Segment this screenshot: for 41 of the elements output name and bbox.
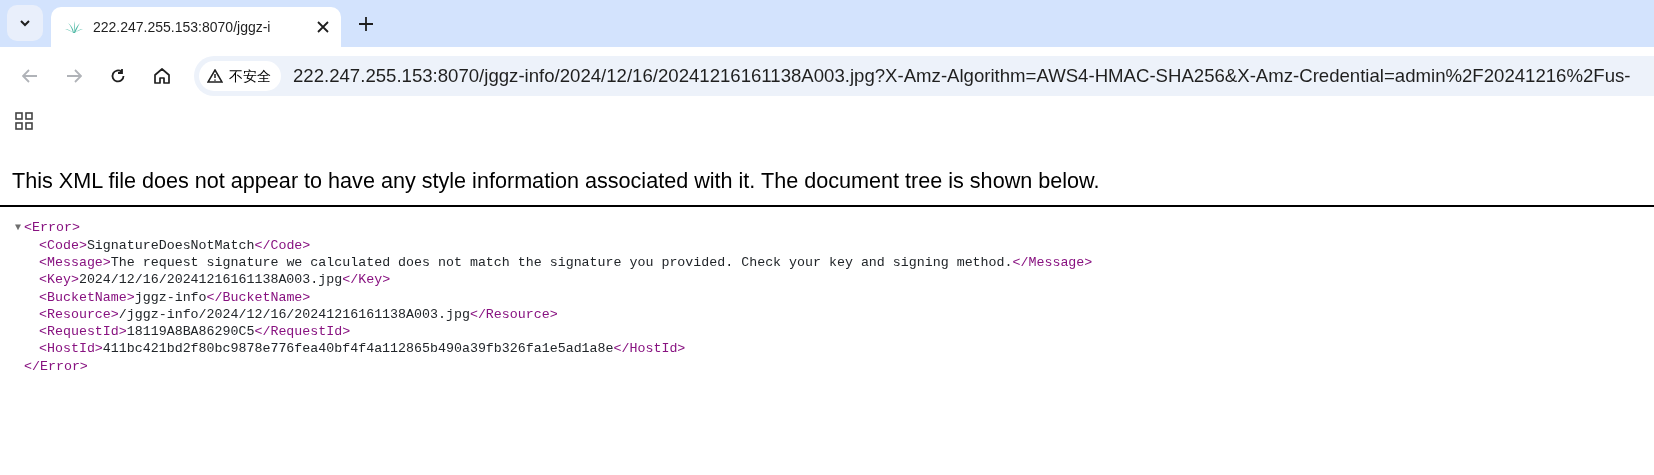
address-bar[interactable]: 不安全 222.247.255.153:8070/jggz-info/2024/12/16/20241216161138A003.jpg?X-Amz-Algorithm=AWS4-HMAC-SHA256&X-Amz-Credential=admin%2F20241216%2Fus- <box>194 56 1654 96</box>
xml-close-tag: </Key> <box>342 271 391 289</box>
xml-open-tag: <HostId> <box>39 340 103 358</box>
xml-open-tag: <RequestId> <box>39 323 127 341</box>
xml-open-tag: <BucketName> <box>39 288 135 306</box>
xml-close-tag: </Error> <box>24 357 88 376</box>
xml-close-tag: </Code> <box>254 236 311 254</box>
close-tab-button[interactable] <box>315 19 331 35</box>
xml-close-tag: </Message> <box>1012 254 1093 272</box>
xml-value: The request signature we calculated does not match the signature you provided. Check your key and signing method. <box>110 254 1013 272</box>
warning-icon <box>207 69 223 83</box>
xml-style-notice: This XML file does not appear to have any style information associated with it. The document tree is shown below. <box>12 167 1101 195</box>
xml-open-tag: <Message> <box>39 254 111 272</box>
xml-value: SignatureDoesNotMatch <box>86 236 255 254</box>
forward-arrow-icon <box>66 69 82 83</box>
xml-close-tag: </Resource> <box>469 305 558 324</box>
browser-tab[interactable]: 222.247.255.153:8070/jggz-i <box>51 7 341 47</box>
apps-grid-icon[interactable] <box>14 111 34 131</box>
xml-close-tag: </BucketName> <box>206 288 311 306</box>
xml-open-tag: <Key> <box>39 271 79 289</box>
xml-open-tag: <Error> <box>24 219 80 237</box>
xml-value: 18119A8BA86290C5 <box>126 323 255 341</box>
plant-icon <box>65 20 83 34</box>
security-chip[interactable]: 不安全 <box>199 61 281 91</box>
plus-icon <box>359 17 373 32</box>
back-arrow-icon <box>22 69 38 83</box>
xml-open-tag: <Code> <box>39 236 87 254</box>
url-text: 222.247.255.153:8070/jggz-info/2024/12/16/20241216161138A003.jpg?X-Amz-Algorithm=AWS4-HMAC-SHA256&X-Amz-Credential=admin%2F20241216%2Fus- <box>293 64 1631 89</box>
xml-value: /jggz-info/2024/12/16/20241216161138A003.jpg <box>118 305 470 324</box>
tab-title: 222.247.255.153:8070/jggz-i <box>93 17 271 37</box>
reload-icon <box>110 68 126 84</box>
close-icon <box>317 21 329 33</box>
xml-close-tag: </RequestId> <box>254 323 351 341</box>
home-icon <box>153 67 171 85</box>
xml-close-tag: </HostId> <box>613 340 686 358</box>
xml-open-tag: <Resource> <box>39 305 119 324</box>
chevron-down-icon <box>18 18 32 28</box>
xml-value: 2024/12/16/20241216161138A003.jpg <box>78 271 343 289</box>
collapse-toggle[interactable]: ▼ <box>12 223 24 234</box>
xml-value: jggz-info <box>134 288 207 306</box>
xml-value: 411bc421bd2f80bc9878e776fea40bf4f4a112865b490a39fb326fa1e5ad1a8e <box>102 340 614 358</box>
